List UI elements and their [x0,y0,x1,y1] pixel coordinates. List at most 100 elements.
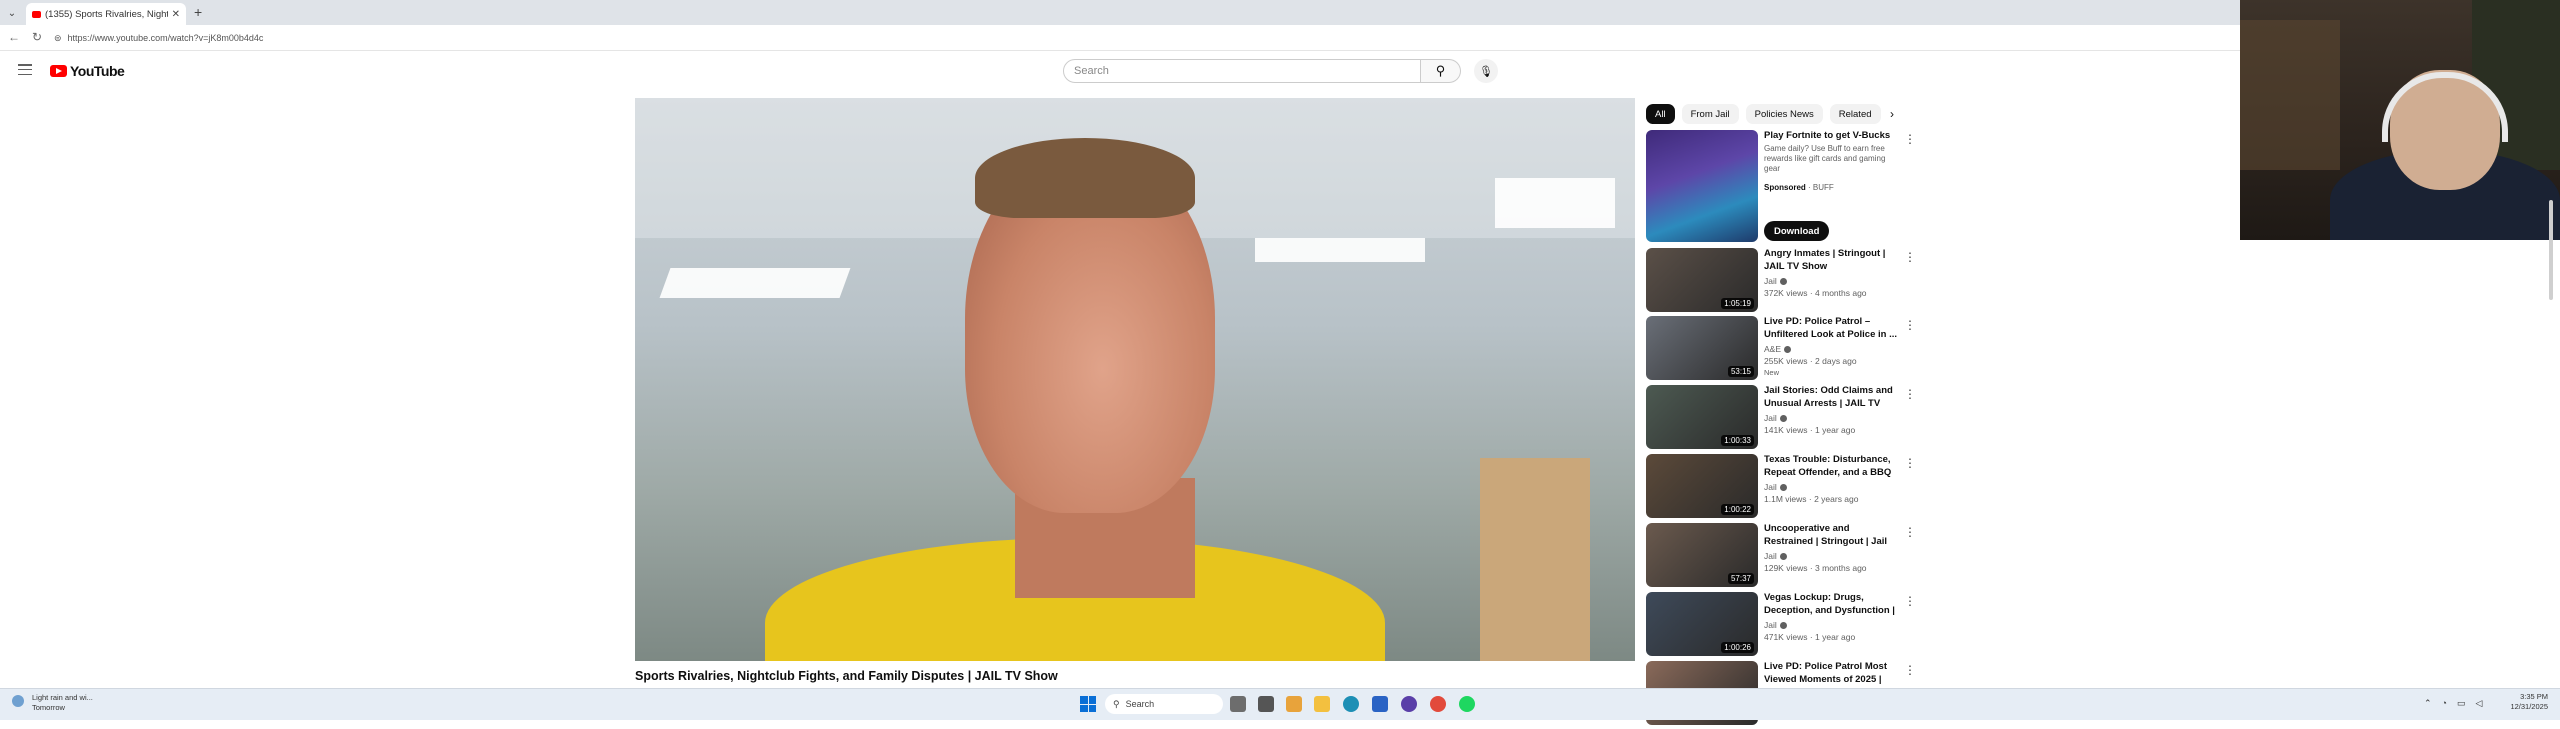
download-button[interactable]: Download [1764,221,1830,241]
duration-badge: 1:00:22 [1721,504,1754,515]
site-info-icon[interactable]: ⊜ [54,33,62,44]
tab-list-icon[interactable]: ⌄ [4,5,20,21]
channel-name[interactable]: Jail [1764,276,1787,286]
guide-menu-icon[interactable] [18,64,32,75]
more-options-icon[interactable]: ⋮ [1904,594,1916,608]
address-bar[interactable]: ⊜ https://www.youtube.com/watch?v=jK8m00… [54,29,2224,47]
person-hair [975,138,1195,218]
channel-label: Jail [1764,276,1777,286]
edge-browser-icon[interactable] [1343,696,1359,712]
more-options-icon[interactable]: ⋮ [1904,250,1916,264]
chip-from-jail[interactable]: From Jail [1681,104,1739,124]
more-options-icon[interactable]: ⋮ [1904,387,1916,401]
more-options-icon[interactable]: ⋮ [1904,663,1916,677]
youtube-logo[interactable]: YouTube [50,63,125,79]
recommended-video[interactable]: 1:00:33 Jail Stories: Odd Claims and Unus… [1646,385,1916,453]
more-options-icon[interactable]: ⋮ [1904,456,1916,470]
recommended-video[interactable]: 1:00:22 Texas Trouble: Disturbance, Repea… [1646,454,1916,522]
ad-thumbnail[interactable] [1646,130,1758,242]
recommended-title[interactable]: Live PD: Police Patrol – Unfiltered Look… [1764,316,1899,341]
spotify-icon[interactable] [1459,696,1475,712]
taskbar-clock[interactable]: 3:35 PM 12/31/2025 [2508,692,2548,712]
video-thumbnail[interactable]: 1:05:19 [1646,248,1758,312]
weather-icon [12,695,24,707]
back-icon[interactable]: ← [8,30,20,44]
windows-taskbar [0,688,2560,720]
video-thumbnail[interactable]: 53:15 [1646,316,1758,380]
voice-search-button[interactable]: 🎙 [1474,59,1498,83]
video-meta: 141K views · 1 year ago [1764,425,1856,435]
recommended-title[interactable]: Vegas Lockup: Drugs, Deception, and Dysf… [1764,592,1899,618]
ad-sponsor-line: Sponsored · BUFF [1764,183,1834,192]
recommended-video[interactable]: 1:00:26 Vegas Lockup: Drugs, Deception, a… [1646,592,1916,660]
channel-label: Jail [1764,620,1777,630]
store-icon[interactable] [1372,696,1388,712]
recommended-title[interactable]: Angry Inmates | Stringout | JAIL TV Show [1764,248,1899,273]
channel-name[interactable]: Jail [1764,413,1787,423]
notification-icon[interactable]: ◔ [2442,698,2447,709]
duration-badge: 57:37 [1727,573,1754,584]
video-thumbnail[interactable]: 1:00:22 [1646,454,1758,518]
recommended-title[interactable]: Texas Trouble: Disturbance, Repeat Offen… [1764,454,1899,480]
chrome-icon[interactable] [1430,696,1446,712]
chevron-up-icon[interactable]: ⌃ [2424,698,2432,709]
chevron-right-icon[interactable]: › [1890,107,1894,121]
chip-policies-news[interactable]: Policies News [1745,104,1823,124]
more-options-icon[interactable]: ⋮ [1904,132,1916,146]
file-explorer-icon[interactable] [1314,696,1330,712]
ad-title[interactable]: Play Fortnite to get V-Bucks [1764,130,1899,143]
reload-icon[interactable]: ↻ [32,30,42,44]
volume-icon[interactable]: ◁ [2476,698,2483,709]
more-options-icon[interactable]: ⋮ [1904,525,1916,539]
recommended-title[interactable]: Jail Stories: Odd Claims and Unusual Arr… [1764,385,1899,411]
ad-description: Game daily? Use Buff to earn free reward… [1764,144,1886,173]
channel-name[interactable]: Jail [1764,551,1787,561]
search-button[interactable]: ⚲ [1421,59,1461,83]
channel-name[interactable]: Jail [1764,620,1787,630]
chip-all[interactable]: All [1646,104,1675,124]
video-player[interactable] [635,98,1635,661]
task-view-icon[interactable] [1230,696,1246,712]
taskbar-search[interactable]: ⚲ Search [1105,694,1223,714]
duration-badge: 1:05:19 [1721,298,1754,309]
widgets-icon[interactable] [1258,696,1274,712]
channel-name[interactable]: Jail [1764,482,1787,492]
ceiling-light [1255,238,1425,262]
video-thumbnail[interactable]: 1:00:26 [1646,592,1758,656]
channel-label: A&E [1764,344,1782,354]
recommended-video[interactable]: 1:05:19 Angry Inmates | Stringout | JAIL … [1646,248,1916,316]
page-scrollbar[interactable] [2549,200,2553,300]
discord-icon[interactable] [1401,696,1417,712]
filter-chips: All From Jail Policies News Related [1646,104,1881,124]
network-icon[interactable]: ▭ [2457,698,2466,709]
more-options-icon[interactable]: ⋮ [1904,318,1916,332]
verified-icon [1779,622,1787,630]
video-title: Sports Rivalries, Nightclub Fights, and … [635,669,1058,683]
recommended-title[interactable]: Live PD: Police Patrol Most Viewed Momen… [1764,661,1899,687]
photos-icon[interactable] [1286,696,1302,712]
sponsored-ad[interactable]: Play Fortnite to get V-Bucks Game daily?… [1646,130,1916,245]
new-tab-icon[interactable]: + [194,4,202,20]
windows-start-icon[interactable] [1080,696,1096,712]
chip-related[interactable]: Related [1829,104,1881,124]
channel-name[interactable]: A&E [1764,344,1792,354]
youtube-favicon-icon [32,10,41,18]
browser-tab[interactable]: (1355) Sports Rivalries, Night ✕ [26,3,186,25]
clock-date: 12/31/2025 [2510,702,2548,711]
recommended-video[interactable]: 53:15 Live PD: Police Patrol – Unfiltered… [1646,316,1916,384]
shelf [2240,20,2340,170]
video-meta: 255K views · 2 days ago [1764,356,1857,366]
weather-widget[interactable]: Light rain and wi... Tomorrow [12,693,93,713]
verified-icon [1779,553,1787,561]
video-thumbnail[interactable]: 1:00:33 [1646,385,1758,449]
search-icon: ⚲ [1435,63,1446,78]
verified-icon [1784,346,1792,354]
search-input[interactable]: Search [1063,59,1421,83]
close-tab-icon[interactable]: ✕ [172,9,180,20]
channel-label: Jail [1764,551,1777,561]
microphone-icon: 🎙 [1479,65,1493,78]
video-thumbnail[interactable]: 57:37 [1646,523,1758,587]
recommended-video[interactable]: 57:37 Uncooperative and Restrained | Stri… [1646,523,1916,591]
recommended-title[interactable]: Uncooperative and Restrained | Stringout… [1764,523,1899,549]
new-badge: New [1764,368,1780,377]
